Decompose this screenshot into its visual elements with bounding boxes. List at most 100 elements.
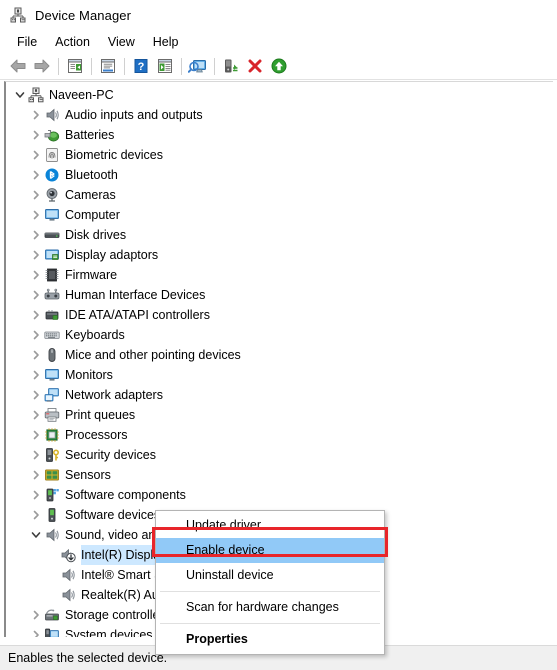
tree-row-batteries[interactable]: Batteries [6, 125, 553, 145]
chevron-right-icon[interactable] [28, 145, 44, 165]
disk-drive-icon [44, 227, 60, 243]
back-button[interactable] [6, 55, 30, 77]
svg-text:?: ? [138, 61, 145, 73]
tree-row-monitors[interactable]: Monitors [6, 365, 553, 385]
tree-row-biometric-devices[interactable]: Biometric devices [6, 145, 553, 165]
uninstall-device-button[interactable] [243, 55, 267, 77]
chevron-right-icon[interactable] [28, 105, 44, 125]
tree-label: Processors [65, 428, 128, 442]
tree-label: IDE ATA/ATAPI controllers [65, 308, 210, 322]
tree-label: Monitors [65, 368, 113, 382]
speaker-icon [44, 527, 60, 543]
tree-label: Computer [65, 208, 120, 222]
menu-action[interactable]: Action [46, 33, 99, 51]
chevron-down-icon[interactable] [12, 85, 28, 105]
ctx-uninstall-device[interactable]: Uninstall device [156, 563, 384, 588]
bluetooth-icon [44, 167, 60, 183]
chevron-right-icon[interactable] [28, 345, 44, 365]
update-driver-button[interactable] [219, 55, 243, 77]
tree-row-network-adapters[interactable]: Network adapters [6, 385, 553, 405]
tree-label: Keyboards [65, 328, 125, 342]
chevron-right-icon[interactable] [28, 605, 44, 625]
chevron-right-icon[interactable] [28, 425, 44, 445]
tree-row-computer[interactable]: Computer [6, 205, 553, 225]
storage-controller-icon [44, 607, 60, 623]
device-context-menu: Update driver Enable device Uninstall de… [155, 510, 385, 655]
tree-row-mice-and-other-pointing-devices[interactable]: Mice and other pointing devices [6, 345, 553, 365]
title-bar: Device Manager [0, 0, 557, 30]
sensor-icon [44, 467, 60, 483]
chevron-right-icon[interactable] [28, 245, 44, 265]
tree-row-audio-inputs-and-outputs[interactable]: Audio inputs and outputs [6, 105, 553, 125]
tree-label: Audio inputs and outputs [65, 108, 203, 122]
tree-row-sensors[interactable]: Sensors [6, 465, 553, 485]
tree-row-processors[interactable]: Processors [6, 425, 553, 445]
tree-row-cameras[interactable]: Cameras [6, 185, 553, 205]
forward-button[interactable] [30, 55, 54, 77]
tree-label: Software devices [65, 508, 161, 522]
tree-row-software-components[interactable]: Software components [6, 485, 553, 505]
scan-for-hardware-changes-button[interactable] [186, 55, 210, 77]
chevron-right-icon[interactable] [28, 365, 44, 385]
toolbar-separator [124, 57, 125, 75]
chevron-right-icon[interactable] [28, 285, 44, 305]
chevron-right-icon[interactable] [28, 465, 44, 485]
tree-label: Batteries [65, 128, 115, 142]
window-title: Device Manager [35, 7, 132, 23]
toolbar: ? [0, 53, 557, 80]
network-adapter-icon [44, 387, 60, 403]
ctx-properties[interactable]: Properties [156, 627, 384, 652]
hid-icon [44, 287, 60, 303]
software-component-icon [44, 487, 60, 503]
chevron-right-icon[interactable] [28, 445, 44, 465]
menu-view[interactable]: View [99, 33, 144, 51]
help-button[interactable]: ? [129, 55, 153, 77]
context-menu-separator [160, 623, 380, 624]
firmware-chip-icon [44, 267, 60, 283]
tree-row-keyboards[interactable]: Keyboards [6, 325, 553, 345]
chevron-right-icon[interactable] [28, 305, 44, 325]
keyboard-icon [44, 327, 60, 343]
tree-row-print-queues[interactable]: Print queues [6, 405, 553, 425]
chevron-right-icon[interactable] [28, 385, 44, 405]
ctx-enable-device[interactable]: Enable device [156, 538, 384, 563]
tree-row-bluetooth[interactable]: Bluetooth [6, 165, 553, 185]
ctx-scan-for-hardware-changes[interactable]: Scan for hardware changes [156, 595, 384, 620]
chevron-right-icon[interactable] [28, 225, 44, 245]
security-device-icon [44, 447, 60, 463]
ctx-update-driver[interactable]: Update driver [156, 513, 384, 538]
properties-button[interactable] [96, 55, 120, 77]
tree-row-firmware[interactable]: Firmware [6, 265, 553, 285]
chevron-right-icon[interactable] [28, 185, 44, 205]
chevron-down-icon[interactable] [28, 525, 44, 545]
chevron-right-icon[interactable] [28, 485, 44, 505]
tree-label-root: Naveen-PC [49, 88, 114, 102]
tree-row-human-interface-devices[interactable]: Human Interface Devices [6, 285, 553, 305]
enable-device-button[interactable] [267, 55, 291, 77]
tree-label: Biometric devices [65, 148, 163, 162]
chevron-right-icon[interactable] [28, 405, 44, 425]
menu-file[interactable]: File [8, 33, 46, 51]
show-hide-console-tree-button[interactable] [63, 55, 87, 77]
chevron-right-icon[interactable] [28, 165, 44, 185]
tree-row-disk-drives[interactable]: Disk drives [6, 225, 553, 245]
chevron-right-icon[interactable] [28, 125, 44, 145]
tree-label: Software components [65, 488, 186, 502]
tree-row-root[interactable]: Naveen-PC [6, 85, 553, 105]
tree-label: Print queues [65, 408, 136, 422]
fingerprint-icon [44, 147, 60, 163]
chevron-right-icon[interactable] [28, 325, 44, 345]
tree-label: System devices [65, 628, 153, 637]
tree-label: Bluetooth [65, 168, 118, 182]
chevron-right-icon[interactable] [28, 205, 44, 225]
chevron-right-icon[interactable] [28, 505, 44, 525]
menu-help[interactable]: Help [144, 33, 188, 51]
tree-row-security-devices[interactable]: Security devices [6, 445, 553, 465]
menu-bar: File Action View Help [0, 30, 557, 53]
toolbar-separator [91, 57, 92, 75]
chevron-right-icon[interactable] [28, 625, 44, 637]
tree-row-ide-ata-atapi-controllers[interactable]: IDE ATA/ATAPI controllers [6, 305, 553, 325]
show-hide-action-pane-button[interactable] [153, 55, 177, 77]
tree-row-display-adaptors[interactable]: Display adaptors [6, 245, 553, 265]
chevron-right-icon[interactable] [28, 265, 44, 285]
